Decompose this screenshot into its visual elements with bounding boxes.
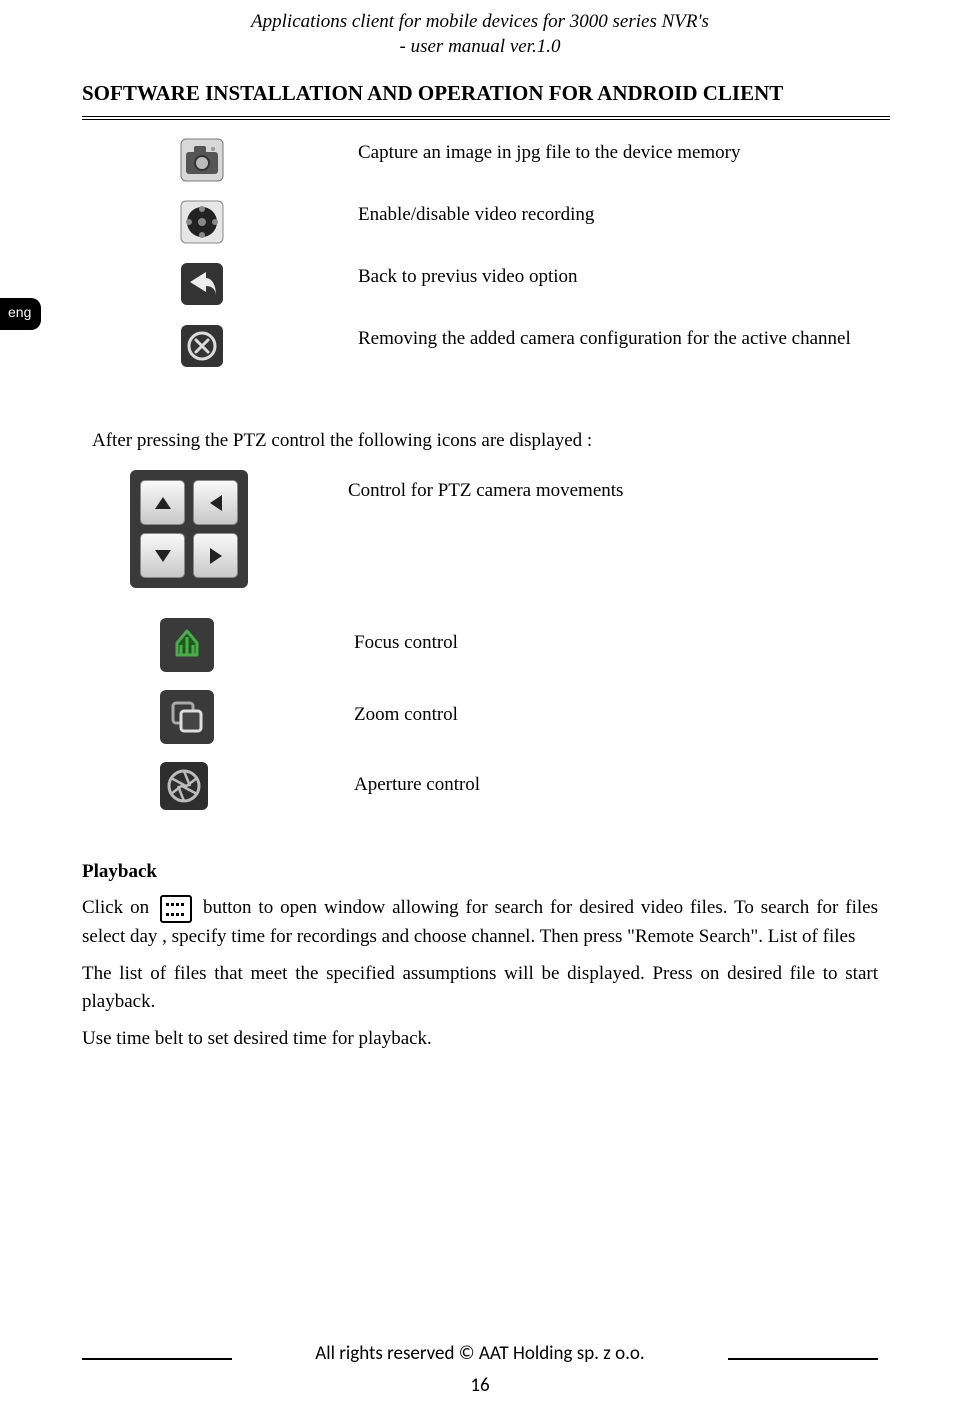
footer-text: All rights reserved © AAT Holding sp. z … bbox=[315, 1342, 644, 1365]
section-rule bbox=[82, 116, 890, 120]
ptz-row-aperture: Aperture control bbox=[160, 762, 960, 810]
playback-section: Playback Click on button to open window … bbox=[82, 858, 878, 1052]
playback-p3: Use time belt to set desired time for pl… bbox=[82, 1025, 878, 1053]
icon-desc: Removing the added camera configuration … bbox=[358, 328, 851, 350]
icon-desc: Back to previus video option bbox=[358, 266, 578, 288]
footer-rule-left bbox=[82, 1358, 232, 1360]
icon-desc: Aperture control bbox=[354, 774, 480, 796]
ptz-right-button bbox=[193, 533, 238, 578]
focus-icon bbox=[160, 618, 214, 672]
playback-title: Playback bbox=[82, 858, 878, 886]
icon-desc: Zoom control bbox=[354, 704, 458, 726]
footer-rule-right bbox=[728, 1358, 878, 1360]
header-line-2: - user manual ver.1.0 bbox=[0, 35, 960, 60]
language-tab: eng bbox=[0, 298, 41, 330]
back-icon bbox=[180, 262, 224, 306]
icon-row-capture: Capture an image in jpg file to the devi… bbox=[180, 138, 960, 182]
header-line-1: Applications client for mobile devices f… bbox=[0, 10, 960, 35]
ptz-intro-text: After pressing the PTZ control the follo… bbox=[92, 430, 960, 452]
icon-row-remove: Removing the added camera configuration … bbox=[180, 324, 960, 368]
ptz-row-pad: Control for PTZ camera movements bbox=[130, 470, 960, 588]
playback-p1b: button to open window allowing for searc… bbox=[82, 897, 878, 947]
ptz-row-zoom: Zoom control bbox=[160, 690, 960, 744]
icon-desc: Focus control bbox=[354, 632, 458, 654]
playback-p2: The list of files that meet the specifie… bbox=[82, 960, 878, 1015]
playback-p1a: Click on bbox=[82, 897, 156, 918]
icon-desc: Enable/disable video recording bbox=[358, 204, 594, 226]
remove-icon bbox=[180, 324, 224, 368]
icon-desc: Capture an image in jpg file to the devi… bbox=[358, 142, 741, 164]
record-icon bbox=[180, 200, 224, 244]
search-files-icon bbox=[160, 895, 192, 923]
page-footer: All rights reserved © AAT Holding sp. z … bbox=[0, 1342, 960, 1365]
icon-row-back: Back to previus video option bbox=[180, 262, 960, 306]
ptz-pad-icon bbox=[130, 470, 248, 588]
page-number: 16 bbox=[0, 1374, 960, 1397]
ptz-row-focus: Focus control bbox=[160, 618, 960, 672]
zoom-icon bbox=[160, 690, 214, 744]
aperture-icon bbox=[160, 762, 208, 810]
ptz-down-button bbox=[140, 533, 185, 578]
camera-icon bbox=[180, 138, 224, 182]
icon-desc: Control for PTZ camera movements bbox=[348, 480, 623, 502]
ptz-up-button bbox=[140, 480, 185, 525]
ptz-left-button bbox=[193, 480, 238, 525]
playback-p1: Click on button to open window allowing … bbox=[82, 894, 878, 950]
icon-row-record: Enable/disable video recording bbox=[180, 200, 960, 244]
page-header: Applications client for mobile devices f… bbox=[0, 0, 960, 59]
section-title: SOFTWARE INSTALLATION AND OPERATION FOR … bbox=[82, 81, 960, 106]
